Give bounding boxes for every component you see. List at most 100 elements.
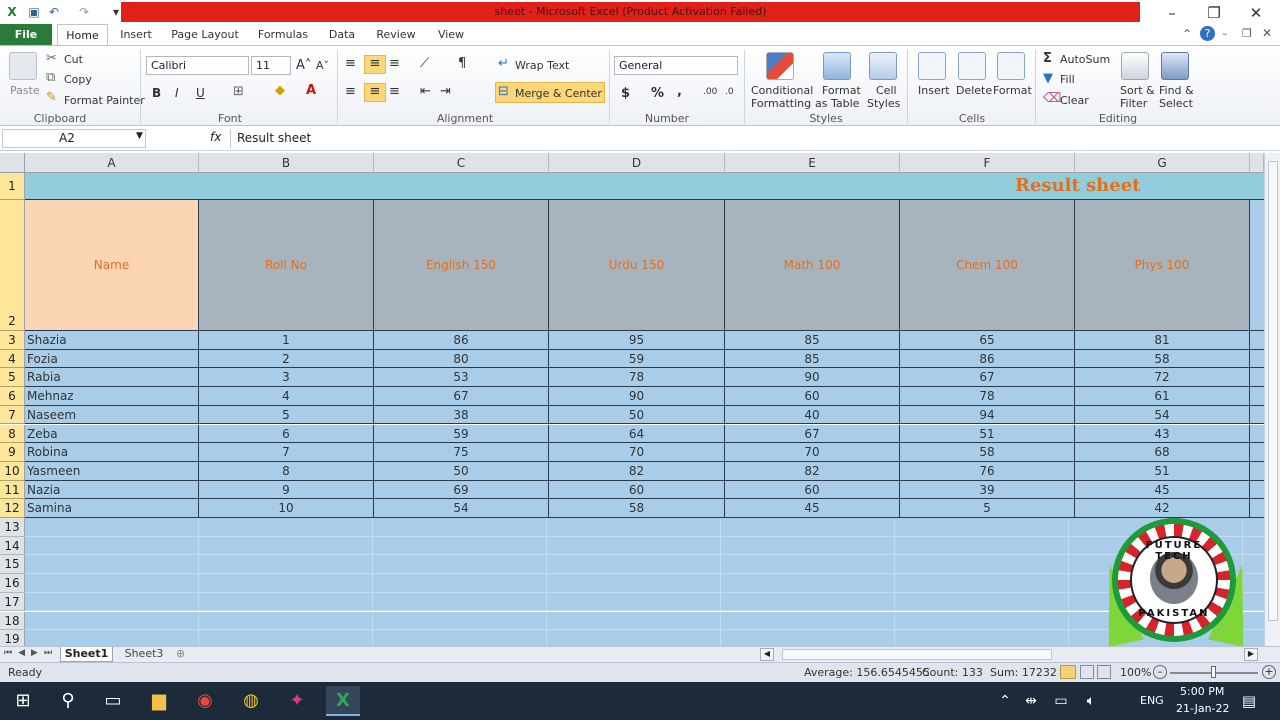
student-name-cell[interactable]: Yasmeen <box>25 461 199 481</box>
row-header[interactable]: 1 <box>0 173 25 200</box>
score-cell[interactable]: 9 <box>199 480 374 500</box>
row-header[interactable]: 8 <box>0 424 25 444</box>
score-cell[interactable]: 70 <box>725 443 900 462</box>
sheet-tab-sheet1[interactable]: Sheet1 <box>60 647 113 662</box>
score-cell[interactable]: 50 <box>374 461 549 481</box>
page-break-view-icon[interactable] <box>1097 665 1111 679</box>
search-icon[interactable]: ⚲ <box>53 686 83 716</box>
score-cell[interactable]: 7 <box>199 443 374 462</box>
format-cells-button[interactable]: Format <box>993 84 1032 97</box>
score-cell[interactable]: 95 <box>549 331 725 350</box>
empty-cell[interactable] <box>1250 405 1264 425</box>
score-cell[interactable]: 45 <box>1075 480 1250 500</box>
column-header[interactable]: C <box>374 153 549 173</box>
empty-row[interactable] <box>25 574 1264 593</box>
tab-view[interactable]: View <box>432 24 470 45</box>
empty-row[interactable] <box>25 611 1264 631</box>
clear-button[interactable]: Clear <box>1060 94 1089 107</box>
minimize-button[interactable]: – <box>1152 2 1192 24</box>
decrease-decimal-icon[interactable]: .0 <box>725 87 734 97</box>
restore-button[interactable]: ❐ <box>1194 2 1234 24</box>
collapse-ribbon-icon[interactable]: ⌃ <box>1182 27 1192 41</box>
empty-cell[interactable] <box>1250 200 1264 331</box>
score-cell[interactable]: 5 <box>900 499 1075 518</box>
fill-color-icon[interactable]: ◆ <box>275 83 285 98</box>
merge-center-button[interactable]: Merge & Center <box>515 87 602 100</box>
chrome-icon[interactable]: ◍ <box>236 686 266 716</box>
score-cell[interactable]: 8 <box>199 461 374 481</box>
row-header[interactable]: 3 <box>0 331 25 350</box>
score-cell[interactable]: 10 <box>199 499 374 518</box>
score-cell[interactable]: 43 <box>1075 424 1250 444</box>
number-format-select[interactable]: General <box>614 56 738 75</box>
align-right-icon[interactable]: ≡ <box>389 84 400 99</box>
media-app-icon[interactable]: ✦ <box>282 686 312 716</box>
align-bottom-icon[interactable]: ≡ <box>389 56 400 71</box>
page-layout-view-icon[interactable] <box>1080 665 1094 679</box>
row-header[interactable]: 7 <box>0 405 25 425</box>
clock-date[interactable]: 21-Jan-22 <box>1176 702 1230 715</box>
student-name-cell[interactable]: Rabia <box>25 368 199 388</box>
row-header[interactable]: 14 <box>0 536 25 556</box>
score-cell[interactable]: 1 <box>199 331 374 350</box>
column-heading-cell[interactable]: Roll No <box>199 200 374 331</box>
sort-filter-button[interactable]: Sort & <box>1120 84 1155 97</box>
student-name-cell[interactable]: Robina <box>25 443 199 462</box>
score-cell[interactable]: 58 <box>549 499 725 518</box>
score-cell[interactable]: 6 <box>199 424 374 444</box>
currency-button[interactable]: $ <box>621 86 630 101</box>
student-name-cell[interactable]: Shazia <box>25 331 199 350</box>
column-heading-cell[interactable]: English 150 <box>374 200 549 331</box>
column-header[interactable]: D <box>549 153 725 173</box>
score-cell[interactable]: 67 <box>900 368 1075 388</box>
file-explorer-icon[interactable]: ▆ <box>144 686 174 716</box>
excel-taskbar-icon[interactable]: X <box>326 686 360 716</box>
column-header[interactable]: G <box>1075 153 1250 173</box>
redo-icon[interactable]: ↷ <box>76 4 92 20</box>
row-header[interactable]: 5 <box>0 368 25 388</box>
row-header[interactable]: 6 <box>0 387 25 406</box>
score-cell[interactable]: 45 <box>725 499 900 518</box>
score-cell[interactable]: 59 <box>374 424 549 444</box>
decrease-indent-icon[interactable]: ⇤ <box>420 84 431 99</box>
student-name-cell[interactable]: Nazia <box>25 480 199 500</box>
score-cell[interactable]: 94 <box>900 405 1075 425</box>
hscroll-left-button[interactable]: ◀ <box>760 648 774 661</box>
paste-icon[interactable] <box>9 52 37 80</box>
volume-icon[interactable]: 🔈︎ <box>1076 686 1106 716</box>
score-cell[interactable]: 85 <box>725 349 900 369</box>
font-name-select[interactable]: Calibri <box>146 56 249 75</box>
tab-home[interactable]: Home <box>57 24 108 45</box>
score-cell[interactable]: 90 <box>549 387 725 406</box>
format-painter-button[interactable]: Format Painter <box>64 94 145 107</box>
insert-sheet-icon[interactable]: ⊕ <box>176 647 185 660</box>
student-name-cell[interactable]: Mehnaz <box>25 387 199 406</box>
score-cell[interactable]: 2 <box>199 349 374 369</box>
name-box[interactable]: A2 <box>2 129 146 148</box>
score-cell[interactable]: 50 <box>549 405 725 425</box>
score-cell[interactable]: 54 <box>374 499 549 518</box>
font-color-icon[interactable]: A <box>306 83 316 98</box>
clock-time[interactable]: 5:00 PM <box>1180 685 1224 698</box>
row-header[interactable]: 2 <box>0 200 25 331</box>
close-button[interactable]: ✕ <box>1236 2 1276 24</box>
student-name-cell[interactable]: Samina <box>25 499 199 518</box>
row-header[interactable]: 19 <box>0 630 25 646</box>
empty-row[interactable] <box>25 592 1264 612</box>
score-cell[interactable]: 86 <box>900 349 1075 369</box>
vertical-scroll-thumb[interactable] <box>1268 161 1278 621</box>
student-name-cell[interactable]: Naseem <box>25 405 199 425</box>
text-direction-icon[interactable]: ¶ <box>458 56 466 71</box>
score-cell[interactable]: 75 <box>374 443 549 462</box>
horizontal-scroll-thumb[interactable] <box>782 649 1052 660</box>
score-cell[interactable]: 82 <box>549 461 725 481</box>
empty-row[interactable] <box>25 518 1264 537</box>
student-name-cell[interactable]: Fozia <box>25 349 199 369</box>
column-header[interactable] <box>1250 153 1264 173</box>
empty-cell[interactable] <box>1250 424 1264 444</box>
notifications-icon[interactable]: ▤ <box>1234 686 1264 716</box>
score-cell[interactable]: 3 <box>199 368 374 388</box>
row-header[interactable]: 16 <box>0 574 25 593</box>
column-heading-cell[interactable]: Urdu 150 <box>549 200 725 331</box>
score-cell[interactable]: 39 <box>900 480 1075 500</box>
